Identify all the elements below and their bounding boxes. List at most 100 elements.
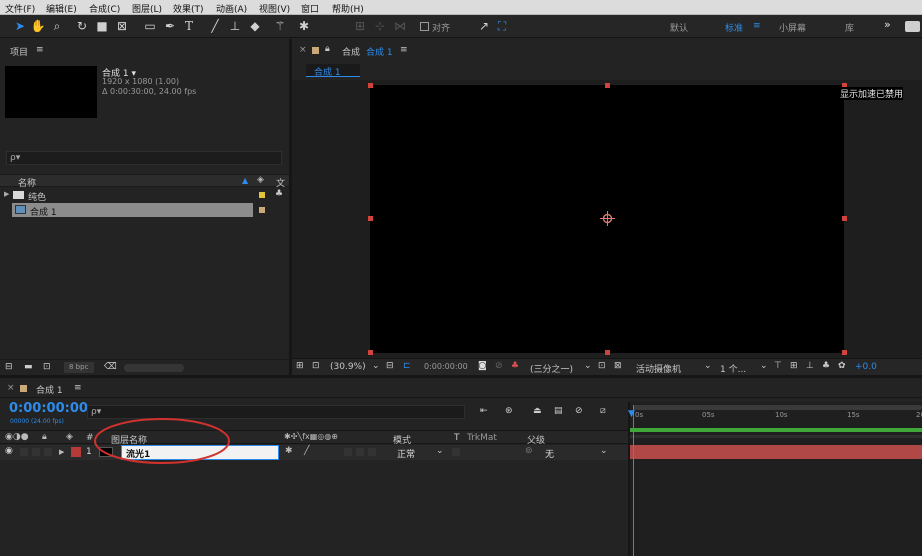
- graph-editor-icon[interactable]: ⧄: [600, 406, 606, 416]
- mask-visibility-icon[interactable]: ⊏: [403, 361, 411, 371]
- resolution-chevron-icon[interactable]: ⌄: [584, 361, 592, 371]
- zoom-chevron-icon[interactable]: ⌄: [372, 361, 380, 371]
- region-of-interest-icon[interactable]: ⊡: [598, 361, 606, 371]
- transparency-grid-icon[interactable]: ⊠: [614, 361, 622, 371]
- timeline-icon[interactable]: ⊥: [806, 361, 814, 371]
- switch-box[interactable]: [344, 448, 352, 456]
- label-color-swatch[interactable]: [259, 192, 265, 198]
- current-time-display[interactable]: 0:00:00:00: [424, 362, 468, 371]
- reset-exposure-icon[interactable]: ✿: [838, 361, 846, 371]
- views-chevron-icon[interactable]: ⌄: [760, 361, 768, 371]
- close-tab-icon[interactable]: ×: [7, 383, 15, 393]
- clone-stamp-tool-icon[interactable]: ⊥: [227, 18, 243, 34]
- frame-blending-icon[interactable]: ▤: [554, 406, 563, 416]
- comp-sub-tab[interactable]: 合成 1: [306, 64, 360, 78]
- lock-icon[interactable]: 🔒︎: [325, 44, 330, 54]
- local-axis-icon[interactable]: ⊞: [352, 18, 368, 34]
- fast-preview-icon[interactable]: ⊞: [790, 361, 798, 371]
- menu-window[interactable]: 窗口: [301, 2, 319, 15]
- world-axis-icon[interactable]: ⊹: [372, 18, 388, 34]
- expand-arrow-icon[interactable]: ▶: [4, 190, 9, 198]
- draft-3d-icon[interactable]: ⊛: [505, 406, 513, 416]
- toggle-pixel-aspect-icon[interactable]: ⊤: [774, 361, 782, 371]
- layer-duration-bar[interactable]: [630, 445, 922, 459]
- audio-toggle[interactable]: [20, 448, 28, 456]
- comp-viewer-area[interactable]: [292, 80, 922, 358]
- menu-edit[interactable]: 编辑(E): [46, 2, 77, 15]
- workspace-small-screen[interactable]: 小屏幕: [779, 21, 806, 34]
- sort-ascending-icon[interactable]: ▲: [242, 176, 248, 185]
- project-search-input[interactable]: ρ▾: [6, 151, 282, 165]
- timeline-tab-title[interactable]: 合成 1: [36, 383, 63, 396]
- menu-composition[interactable]: 合成(C): [89, 2, 120, 15]
- bbox-handle[interactable]: [368, 83, 373, 88]
- resolution-dropdown[interactable]: (三分之一): [530, 362, 573, 375]
- snap-icon[interactable]: ↗: [476, 18, 492, 34]
- bpc-label[interactable]: 8 bpc: [69, 363, 88, 371]
- mode-chevron-icon[interactable]: ⌄: [436, 446, 444, 456]
- switch-box[interactable]: [356, 448, 364, 456]
- eraser-tool-icon[interactable]: ◆: [247, 18, 263, 34]
- quality-switch-icon[interactable]: ╱: [304, 446, 309, 456]
- rectangle-tool-icon[interactable]: ▭: [142, 18, 158, 34]
- comp-panel-menu-icon[interactable]: ≡: [400, 45, 408, 55]
- label-tag-icon[interactable]: ◈: [257, 175, 264, 185]
- camera-chevron-icon[interactable]: ⌄: [704, 361, 712, 371]
- menu-view[interactable]: 视图(V): [259, 2, 290, 15]
- snap-target-icon[interactable]: ⛶: [494, 18, 510, 34]
- pan-behind-tool-icon[interactable]: ⊠: [114, 18, 130, 34]
- parent-chevron-icon[interactable]: ⌄: [600, 446, 608, 456]
- label-color-swatch[interactable]: [259, 207, 265, 213]
- workspace-library[interactable]: 库: [845, 21, 854, 34]
- views-dropdown[interactable]: 1 个...: [720, 362, 746, 375]
- menu-animation[interactable]: 动画(A): [216, 2, 247, 15]
- motion-blur-icon[interactable]: ⊘: [575, 406, 583, 416]
- list-item[interactable]: ▶ 纯色 ♣: [0, 188, 289, 203]
- column-trkmat[interactable]: TrkMat: [467, 433, 497, 443]
- flowchart-icon[interactable]: ♣: [822, 361, 830, 371]
- exposure-value[interactable]: +0.0: [855, 362, 877, 372]
- menu-file[interactable]: 文件(F): [5, 2, 35, 15]
- menu-effect[interactable]: 效果(T): [173, 2, 204, 15]
- layer-label-color[interactable]: [71, 447, 81, 457]
- trash-icon[interactable]: ⌫: [104, 362, 117, 372]
- bbox-handle[interactable]: [368, 216, 373, 221]
- bbox-handle[interactable]: [605, 83, 610, 88]
- pick-whip-icon[interactable]: ⊚: [525, 446, 533, 456]
- switch-box[interactable]: [368, 448, 376, 456]
- bbox-handle[interactable]: [842, 350, 847, 355]
- new-composition-icon[interactable]: ⊡: [43, 362, 51, 372]
- always-preview-icon[interactable]: ⊞: [296, 361, 304, 371]
- blend-mode-dropdown[interactable]: 正常: [397, 447, 415, 460]
- shy-layers-icon[interactable]: ⏏: [533, 406, 542, 416]
- time-navigator[interactable]: [633, 405, 922, 410]
- menu-layer[interactable]: 图层(L): [132, 2, 162, 15]
- workspace-standard[interactable]: 标准: [725, 21, 743, 34]
- search-help-icon[interactable]: [905, 21, 920, 32]
- shy-switch-icon[interactable]: ✱: [285, 446, 293, 456]
- work-area-bar[interactable]: [630, 428, 922, 432]
- vr-icon[interactable]: ⊡: [312, 361, 320, 371]
- playhead-icon[interactable]: ▼: [628, 409, 635, 419]
- bbox-handle[interactable]: [605, 350, 610, 355]
- comp-tab-name[interactable]: 合成 1: [366, 45, 393, 58]
- workspace-default[interactable]: 默认: [670, 21, 688, 34]
- new-folder-icon[interactable]: ▬: [24, 362, 33, 372]
- zoom-dropdown[interactable]: (30.9%): [330, 362, 366, 372]
- eye-icon[interactable]: ◉: [5, 446, 13, 456]
- preserve-transparency-toggle[interactable]: [452, 448, 460, 456]
- roto-brush-tool-icon[interactable]: ⚚: [272, 18, 288, 34]
- camera-dropdown[interactable]: 活动摄像机: [636, 362, 681, 375]
- project-panel-title[interactable]: 项目: [10, 45, 28, 58]
- project-scrollbar[interactable]: [124, 364, 184, 372]
- more-workspaces-button[interactable]: »: [884, 18, 891, 31]
- camera-tool-icon[interactable]: ■: [94, 18, 110, 34]
- expand-arrow-icon[interactable]: ▶: [59, 448, 64, 456]
- puppet-tool-icon[interactable]: ✱: [296, 18, 312, 34]
- anchor-point-icon[interactable]: [600, 211, 615, 226]
- parent-dropdown[interactable]: 无: [545, 447, 554, 460]
- bbox-handle[interactable]: [842, 216, 847, 221]
- show-snapshot-icon[interactable]: ⊘: [495, 361, 503, 371]
- view-axis-icon[interactable]: ⋈: [392, 18, 408, 34]
- interpret-footage-icon[interactable]: ⊟: [5, 362, 13, 372]
